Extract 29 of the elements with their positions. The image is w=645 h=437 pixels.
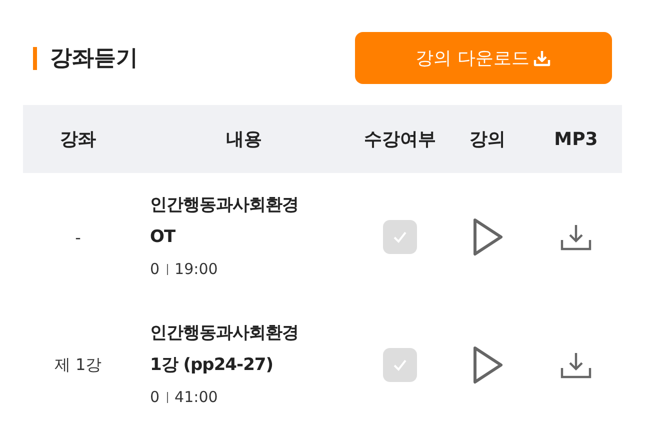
column-header: 수강여부 (364, 128, 436, 151)
lecture-number: - (75, 228, 81, 246)
check-icon (393, 231, 407, 243)
mp3-download-button[interactable] (560, 223, 592, 251)
play-button[interactable] (472, 217, 504, 257)
duration: 41:00 (174, 387, 218, 408)
lecture-number: 제 1강 (54, 354, 102, 376)
lecture-subtitle: 1강 (pp24-27) (150, 354, 273, 377)
view-count: 0 (150, 259, 160, 280)
title-accent-bar (33, 46, 37, 70)
play-icon (472, 345, 504, 385)
download-icon (560, 223, 592, 251)
download-icon (533, 49, 552, 67)
check-icon (393, 359, 407, 371)
column-header: 내용 (226, 128, 262, 151)
lecture-title: 인간행동과사회환경 (150, 194, 298, 217)
duration: 19:00 (174, 259, 218, 280)
download-icon (560, 351, 592, 379)
lecture-title: 인간행동과사회환경 (150, 322, 298, 345)
mp3-download-button[interactable] (560, 351, 592, 379)
lecture-subtitle: OT (150, 226, 176, 249)
column-header: MP3 (554, 128, 598, 150)
column-header: 강좌 (60, 128, 96, 151)
download-button[interactable]: 강의 다운로드 (355, 32, 612, 84)
view-count: 0 (150, 387, 160, 408)
section-title: 강좌듣기 (50, 45, 138, 73)
column-header: 강의 (470, 128, 506, 151)
play-icon (472, 217, 504, 257)
play-button[interactable] (472, 345, 504, 385)
